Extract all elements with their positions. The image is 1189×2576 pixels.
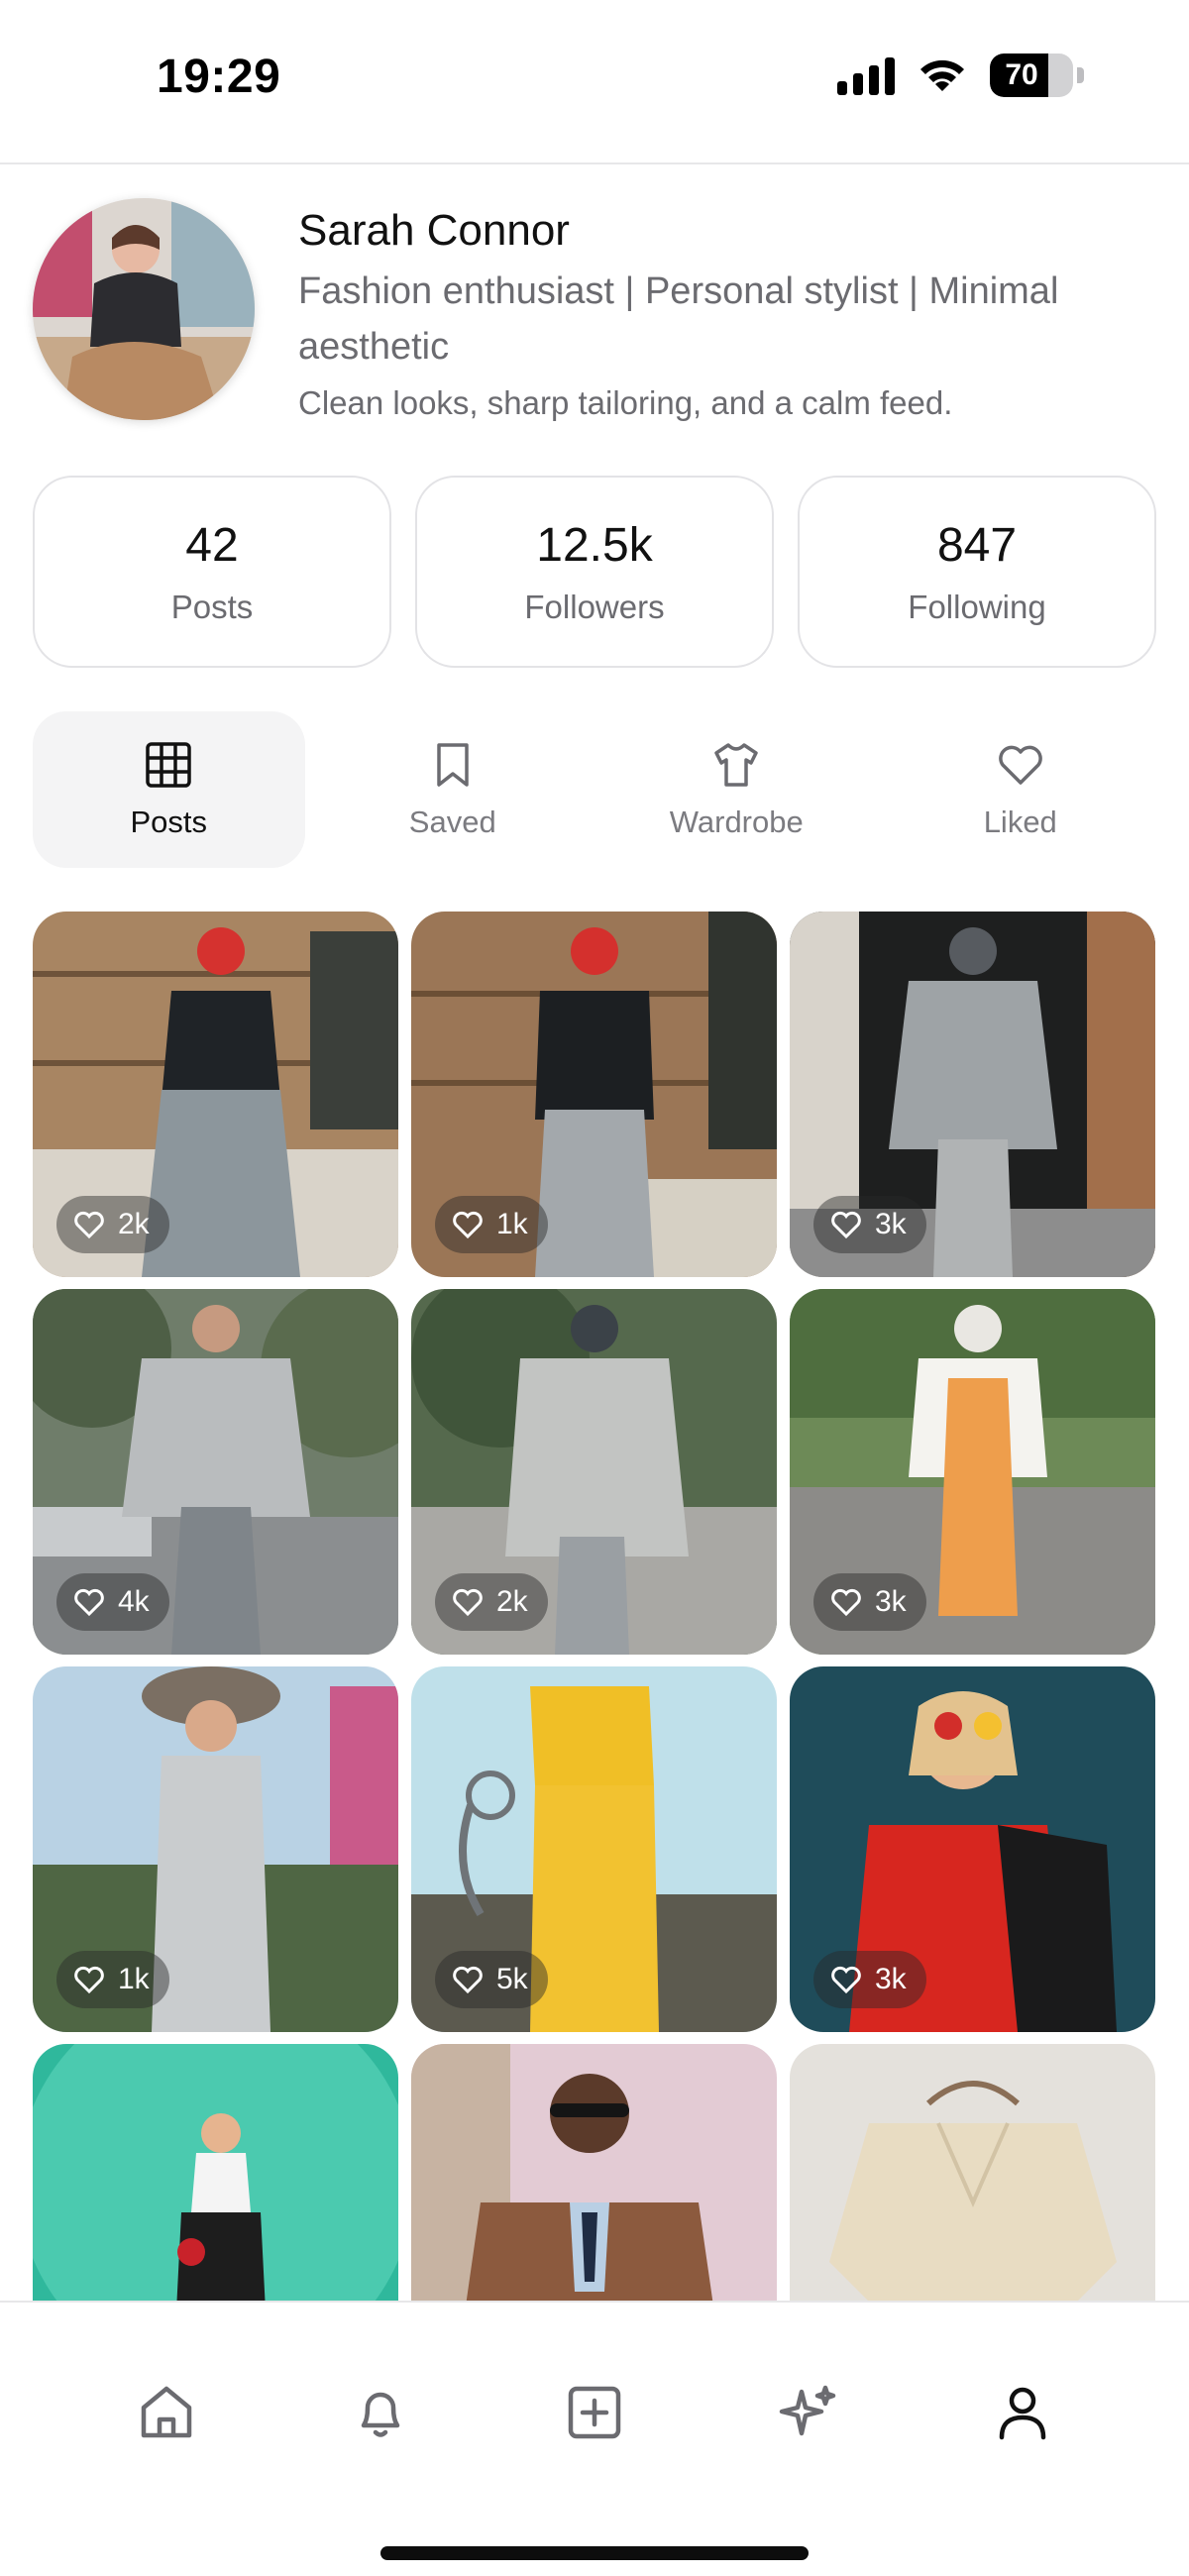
post-tile[interactable]: 3k — [790, 1289, 1155, 1655]
wifi-icon — [920, 59, 964, 91]
nav-profile[interactable] — [968, 2358, 1077, 2467]
post-tile[interactable]: 4k — [33, 1289, 398, 1655]
battery-icon: 70 — [990, 54, 1073, 97]
post-photo — [790, 2044, 1155, 2301]
stat-value: 42 — [185, 518, 239, 572]
like-count-badge: 5k — [435, 1951, 548, 2008]
plus-square-icon — [568, 2386, 621, 2439]
like-count: 3k — [875, 1208, 907, 1240]
post-tile[interactable]: 2k — [33, 912, 398, 1277]
nav-home[interactable] — [112, 2358, 221, 2467]
like-count-badge: 4k — [56, 1573, 169, 1631]
post-tile[interactable] — [790, 2044, 1155, 2301]
post-tile[interactable]: 3k — [790, 1666, 1155, 2032]
heart-icon — [998, 745, 1042, 785]
tab-label: Saved — [408, 805, 496, 839]
bookmark-icon — [437, 743, 469, 787]
posts-grid: 2k 1k 3k 4k 2k 3k 1k 5k 3k — [33, 912, 1156, 2301]
like-count: 1k — [118, 1963, 150, 1995]
post-photo — [411, 2044, 777, 2301]
heart-icon — [74, 1966, 104, 1994]
stat-label: Following — [908, 588, 1046, 625]
heart-icon — [453, 1588, 483, 1617]
stat-following[interactable]: 847 Following — [798, 476, 1156, 668]
battery-cap — [1077, 67, 1084, 83]
profile-bio: Fashion enthusiast | Personal stylist | … — [298, 270, 1059, 368]
sparkle-icon — [779, 2385, 836, 2436]
heart-icon — [831, 1966, 861, 1994]
stat-label: Posts — [170, 588, 254, 625]
like-count: 5k — [496, 1963, 528, 1995]
shirt-icon — [714, 743, 758, 787]
heart-icon — [831, 1211, 861, 1239]
like-count-badge: 3k — [813, 1573, 926, 1631]
like-count-badge: 3k — [813, 1196, 926, 1253]
post-photo — [33, 2044, 398, 2301]
grid-icon — [146, 742, 191, 788]
profile-header: Sarah Connor Fashion enthusiast | Person… — [33, 198, 1156, 426]
status-time: 19:29 — [157, 51, 281, 103]
signal-icon — [837, 55, 895, 95]
like-count-badge: 2k — [56, 1196, 169, 1253]
tab-wardrobe[interactable]: Wardrobe — [600, 711, 873, 868]
post-tile[interactable] — [33, 2044, 398, 2301]
tab-label: Posts — [130, 805, 208, 839]
post-tile[interactable] — [411, 2044, 777, 2301]
stat-value: 847 — [936, 518, 1018, 572]
nav-create[interactable] — [540, 2358, 649, 2467]
heart-icon — [74, 1588, 104, 1617]
stat-label: Followers — [524, 588, 665, 625]
post-tile[interactable]: 5k — [411, 1666, 777, 2032]
status-bar: 19:29 70 — [0, 0, 1189, 164]
heart-icon — [831, 1588, 861, 1617]
heart-icon — [74, 1211, 104, 1239]
bottom-nav-items — [0, 2358, 1189, 2467]
home-icon — [141, 2386, 192, 2438]
like-count-badge: 3k — [813, 1951, 926, 2008]
profile-name: Sarah Connor — [298, 206, 570, 255]
like-count: 4k — [118, 1585, 150, 1618]
like-count-badge: 1k — [435, 1196, 548, 1253]
heart-icon — [453, 1211, 483, 1239]
like-count: 2k — [496, 1585, 528, 1618]
like-count-badge: 1k — [56, 1951, 169, 2008]
avatar[interactable] — [33, 198, 255, 420]
like-count: 3k — [875, 1963, 907, 1995]
stat-posts[interactable]: 42 Posts — [33, 476, 391, 668]
post-tile[interactable]: 3k — [790, 912, 1155, 1277]
profile-stats: 42 Posts 12.5k Followers 847 Following — [33, 476, 1156, 668]
profile-tabs: Posts Saved Wardrobe Liked — [33, 711, 1156, 868]
post-tile[interactable]: 2k — [411, 1289, 777, 1655]
like-count: 2k — [118, 1208, 150, 1240]
nav-ai-stylist[interactable] — [754, 2358, 863, 2467]
stat-followers[interactable]: 12.5k Followers — [415, 476, 774, 668]
like-count: 3k — [875, 1585, 907, 1618]
like-count-badge: 2k — [435, 1573, 548, 1631]
bell-icon — [361, 2392, 400, 2437]
like-count: 1k — [496, 1208, 528, 1240]
posts-grid-viewport[interactable]: 2k 1k 3k 4k 2k 3k 1k 5k 3k — [0, 912, 1189, 2301]
post-tile[interactable]: 1k — [33, 1666, 398, 2032]
status-icons: 70 — [837, 54, 1084, 97]
stat-value: 12.5k — [536, 518, 653, 572]
heart-icon — [453, 1966, 483, 1994]
home-indicator — [380, 2546, 809, 2560]
profile-tagline: Clean looks, sharp tailoring, and a calm… — [298, 384, 953, 421]
tab-label: Liked — [983, 805, 1057, 839]
tab-liked[interactable]: Liked — [885, 711, 1157, 868]
user-icon — [999, 2387, 1046, 2440]
nav-notifications[interactable] — [326, 2358, 435, 2467]
tab-label: Wardrobe — [669, 805, 804, 839]
post-tile[interactable]: 1k — [411, 912, 777, 1277]
battery-level: 70 — [1005, 58, 1038, 91]
tab-posts[interactable]: Posts — [33, 711, 305, 868]
bottom-nav — [0, 2301, 1189, 2576]
tab-saved[interactable]: Saved — [317, 711, 590, 868]
